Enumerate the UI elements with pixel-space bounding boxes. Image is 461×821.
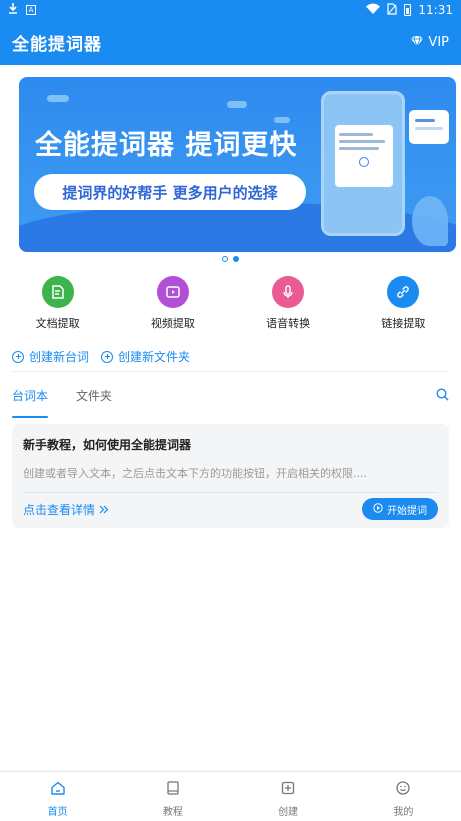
action-video-extract[interactable]: 视频提取 [115, 276, 230, 331]
clock-time: 11:31 [418, 3, 453, 17]
microphone-icon [272, 276, 305, 308]
pagination-dot-active[interactable] [233, 256, 239, 262]
status-bar: A 11:31 [0, 0, 461, 20]
action-label: 链接提取 [381, 317, 426, 330]
battery-icon [404, 4, 412, 16]
cloud-decoration [47, 95, 69, 102]
nav-tutorial[interactable]: 教程 [115, 772, 230, 821]
plus-square-icon [280, 780, 296, 799]
home-icon [50, 780, 66, 799]
create-links: 创建新台词 创建新文件夹 [12, 348, 190, 365]
notification-icon: A [26, 5, 36, 15]
divider [12, 371, 449, 372]
nav-label: 教程 [162, 807, 183, 818]
cloud-decoration [227, 101, 247, 108]
wifi-icon [366, 3, 381, 17]
script-card[interactable]: 新手教程，如何使用全能提词器 创建或者导入文本，之后点击文本下方的功能按钮，开启… [12, 424, 449, 528]
script-description: 创建或者导入文本，之后点击文本下方的功能按钮，开启相关的权限.... [23, 467, 367, 480]
play-circle-icon [373, 502, 383, 516]
action-link-extract[interactable]: 链接提取 [346, 276, 461, 331]
app-bar: 全能提词器 VIP [0, 20, 461, 65]
nav-create[interactable]: 创建 [231, 772, 346, 821]
script-title: 新手教程，如何使用全能提词器 [23, 438, 192, 452]
tab-scripts[interactable]: 台词本 [12, 387, 49, 418]
content-tabs: 台词本 文件夹 [12, 386, 449, 418]
leaf-decoration [412, 196, 448, 246]
book-icon [165, 780, 181, 799]
promo-banner[interactable]: 全能提词器 提词更快 提词界的好帮手 更多用户的选择 [19, 77, 456, 252]
nav-label: 创建 [278, 807, 299, 818]
document-icon [41, 276, 74, 308]
download-icon [8, 2, 18, 18]
start-prompting-label: 开始提词 [387, 505, 427, 517]
pagination-dot[interactable] [222, 256, 228, 262]
vip-label: VIP [428, 35, 449, 50]
create-folder-label: 创建新文件夹 [118, 350, 191, 364]
plus-circle-icon [12, 350, 24, 363]
search-icon[interactable] [436, 386, 449, 405]
tab-folders[interactable]: 文件夹 [76, 387, 112, 414]
video-icon [156, 276, 189, 308]
create-script-label: 创建新台词 [29, 350, 90, 364]
plus-circle-icon [101, 350, 114, 363]
diamond-icon [411, 35, 424, 50]
link-icon [387, 276, 420, 308]
action-label: 语音转换 [266, 317, 311, 330]
vip-button[interactable]: VIP [411, 35, 449, 50]
nav-profile[interactable]: 我的 [346, 772, 461, 821]
phone-card-illustration [335, 125, 393, 187]
quick-actions: 文档提取 视频提取 语音转换 链接提取 [0, 276, 461, 331]
action-voice-convert[interactable]: 语音转换 [231, 276, 346, 331]
banner-headline: 全能提词器 提词更快 [35, 130, 298, 161]
create-script-link[interactable]: 创建新台词 [12, 348, 89, 365]
start-prompting-button[interactable]: 开始提词 [362, 498, 438, 520]
smiley-icon [395, 780, 411, 799]
bottom-navigation: 首页 教程 创建 我的 [0, 771, 461, 821]
action-label: 视频提取 [150, 317, 195, 330]
play-icon [359, 157, 369, 167]
banner-tagline: 提词界的好帮手 更多用户的选择 [34, 174, 306, 210]
nav-home[interactable]: 首页 [0, 772, 115, 821]
view-details-link[interactable]: 点击查看详情 [23, 501, 109, 518]
nav-label: 首页 [47, 807, 68, 818]
banner-pagination [0, 256, 461, 262]
app-title: 全能提词器 [12, 35, 102, 55]
double-chevron-right-icon [99, 503, 109, 517]
action-label: 文档提取 [35, 317, 80, 330]
no-sim-icon [387, 2, 398, 18]
action-document-extract[interactable]: 文档提取 [0, 276, 115, 331]
create-folder-link[interactable]: 创建新文件夹 [101, 348, 190, 365]
divider [23, 492, 438, 493]
app-screen: A 11:31 全能提词器 VIP 全能提词器 提词更快 提词界的好帮手 更多用… [0, 0, 461, 821]
chat-bubble-illustration [409, 110, 449, 144]
view-details-label: 点击查看详情 [23, 503, 96, 517]
nav-label: 我的 [393, 807, 414, 818]
